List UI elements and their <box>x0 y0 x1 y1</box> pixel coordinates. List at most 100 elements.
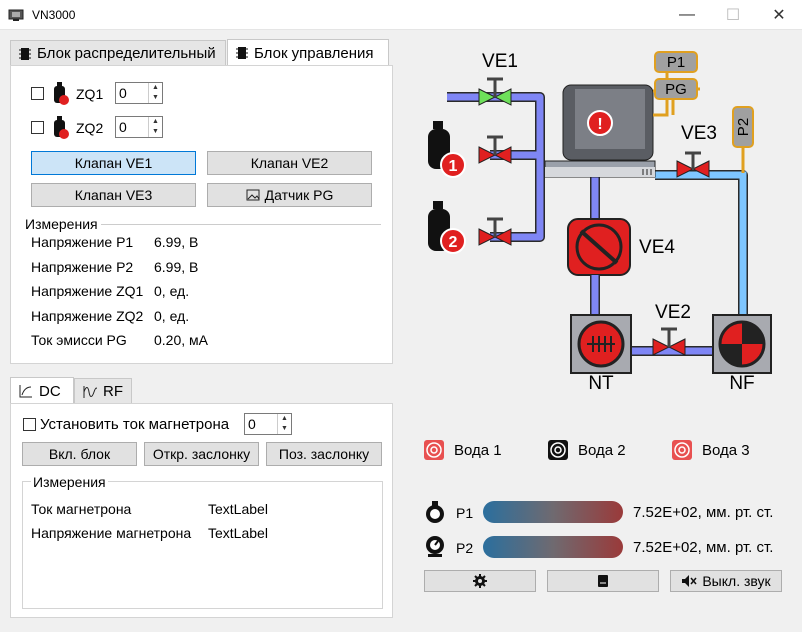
p1-value: 7.52E+02, мм. рт. ст. <box>633 504 774 521</box>
water-2-indicator: Вода 2 <box>548 440 626 460</box>
measurement-name: Напряжение P2 <box>31 258 134 275</box>
book-icon <box>598 575 608 587</box>
measurement2-name: Напряжение магнетрона <box>31 525 192 541</box>
magnetron-checkbox[interactable] <box>23 418 36 431</box>
tab-rf[interactable]: RF <box>74 378 132 404</box>
p2-gauge-icon <box>426 536 444 557</box>
valve-ve4[interactable]: VE4 <box>567 218 675 276</box>
ve4-label: VE4 <box>639 237 675 258</box>
close-button[interactable]: ✕ <box>756 0 802 30</box>
ve1-label: VE1 <box>482 51 518 72</box>
valve-ve2-button[interactable]: Клапан VE2 <box>207 151 372 175</box>
sensor-pg-button[interactable]: Датчик PG <box>207 183 372 207</box>
measurement-name: Напряжение P1 <box>31 234 134 250</box>
measurement2-value: TextLabel <box>208 501 268 517</box>
warning-text: ! <box>597 116 602 133</box>
p2-label: P2 <box>735 118 752 136</box>
water-3-label: Вода 3 <box>702 441 750 459</box>
measurement-value: 0.20, мА <box>154 332 208 348</box>
dc-chart-icon <box>19 385 32 398</box>
water-1-indicator: Вода 1 <box>424 440 502 460</box>
enable-block-button[interactable]: Вкл. блок <box>22 442 137 466</box>
manual-button[interactable] <box>547 570 659 592</box>
p2-label: P2 <box>456 540 474 556</box>
dc-panel: Установить ток магнетрона 0 ▲ ▼ Вкл. блок … <box>10 403 393 618</box>
zq2-spinbox[interactable]: 0 ▲ ▼ <box>115 116 163 138</box>
gas-bottle-1: 1 <box>428 121 466 178</box>
sensor-pg-label: Датчик PG <box>264 187 334 203</box>
image-icon <box>246 189 260 201</box>
pump-nt[interactable]: NT <box>570 314 632 394</box>
open-shutter-button[interactable]: Откр. заслонку <box>144 442 259 466</box>
gas-bottle-2: 2 <box>428 201 466 254</box>
pg-label: PG <box>665 81 687 98</box>
valve-ve2[interactable]: VE2 <box>652 302 691 356</box>
measurement2-value: TextLabel <box>208 525 268 541</box>
gas-bottle-icon <box>54 82 69 105</box>
gear-icon <box>473 574 487 588</box>
measurement2-name: Ток магнетрона <box>31 501 132 517</box>
water-2-label: Вода 2 <box>578 441 626 459</box>
p2-sensor: P2 <box>732 106 754 148</box>
nt-label: NT <box>588 373 614 394</box>
chip-icon <box>19 47 31 60</box>
valve-ve1-button[interactable]: Клапан VE1 <box>31 151 196 175</box>
water-red-icon <box>424 440 444 460</box>
magnetron-spinbox[interactable]: 0 ▲ ▼ <box>244 413 292 435</box>
valve-ve3-button[interactable]: Клапан VE3 <box>31 183 196 207</box>
chamber: ! <box>544 61 669 178</box>
water-black-icon <box>548 440 568 460</box>
settings-button[interactable] <box>424 570 536 592</box>
maximize-button[interactable]: ☐ <box>710 0 756 30</box>
zq2-label: ZQ2 <box>76 120 104 136</box>
nf-label: NF <box>729 373 754 394</box>
ve2-label: VE2 <box>655 302 691 323</box>
measurement-name: Напряжение ZQ2 <box>31 307 144 324</box>
magnetron-label: Установить ток магнетрона <box>40 416 230 433</box>
mute-label: Выкл. звук <box>702 573 771 589</box>
water-red-icon <box>672 440 692 460</box>
p1-gauge-bar <box>483 501 623 523</box>
zq1-checkbox[interactable] <box>31 87 44 100</box>
position-shutter-button[interactable]: Поз. заслонку <box>266 442 382 466</box>
tab-label: RF <box>103 383 123 400</box>
chip-icon <box>236 47 248 59</box>
divider <box>101 224 381 225</box>
minimize-button[interactable]: — <box>664 0 710 30</box>
tab-control-block[interactable]: Блок управления <box>227 39 389 66</box>
gas1-label: 1 <box>449 158 458 175</box>
pump-nf[interactable]: NF <box>712 314 772 394</box>
tab-label: DC <box>39 382 61 400</box>
p1-gauge-icon <box>426 501 444 523</box>
speaker-mute-icon <box>682 575 697 587</box>
app-icon <box>8 9 24 21</box>
water-3-indicator: Вода 3 <box>672 440 750 460</box>
p1-label: P1 <box>667 54 685 71</box>
mute-button[interactable]: Выкл. звук <box>670 570 782 592</box>
tab-label: Блок распределительный <box>37 45 216 62</box>
measurement-name: Ток эмисси PG <box>31 332 127 348</box>
measurement-value: 0, ед. <box>154 307 190 324</box>
ve3-label: VE3 <box>681 123 717 144</box>
measurements2-title: Измерения <box>31 474 108 490</box>
window-title: VN3000 <box>32 8 76 22</box>
zq1-spinbox[interactable]: 0 ▲ ▼ <box>115 82 163 104</box>
water-1-label: Вода 1 <box>454 441 502 459</box>
valve-ve3[interactable]: VE3 <box>676 123 717 178</box>
title-bar: VN3000 — ☐ ✕ <box>0 0 802 30</box>
measurement-value: 0, ед. <box>154 283 190 299</box>
tab-dc[interactable]: DC <box>10 377 74 404</box>
measurements-title: Измерения <box>25 216 98 232</box>
zq2-checkbox[interactable] <box>31 121 44 134</box>
gas-bottle-icon <box>54 116 69 139</box>
measurement-value: 6.99, В <box>154 234 199 250</box>
pg-sensor: PG <box>654 78 698 100</box>
p1-sensor: P1 <box>654 51 698 73</box>
tab-distribution-block[interactable]: Блок распределительный <box>10 40 226 66</box>
tab-label: Блок управления <box>254 44 374 62</box>
p1-label: P1 <box>456 505 474 521</box>
p2-gauge-bar <box>483 536 623 558</box>
measurement-name: Напряжение ZQ1 <box>31 283 144 299</box>
vacuum-diagram: ! P1 PG P2 VE1 VE3 VE2 1 2 VE4 NT NF <box>428 51 772 394</box>
gas2-label: 2 <box>449 234 458 251</box>
